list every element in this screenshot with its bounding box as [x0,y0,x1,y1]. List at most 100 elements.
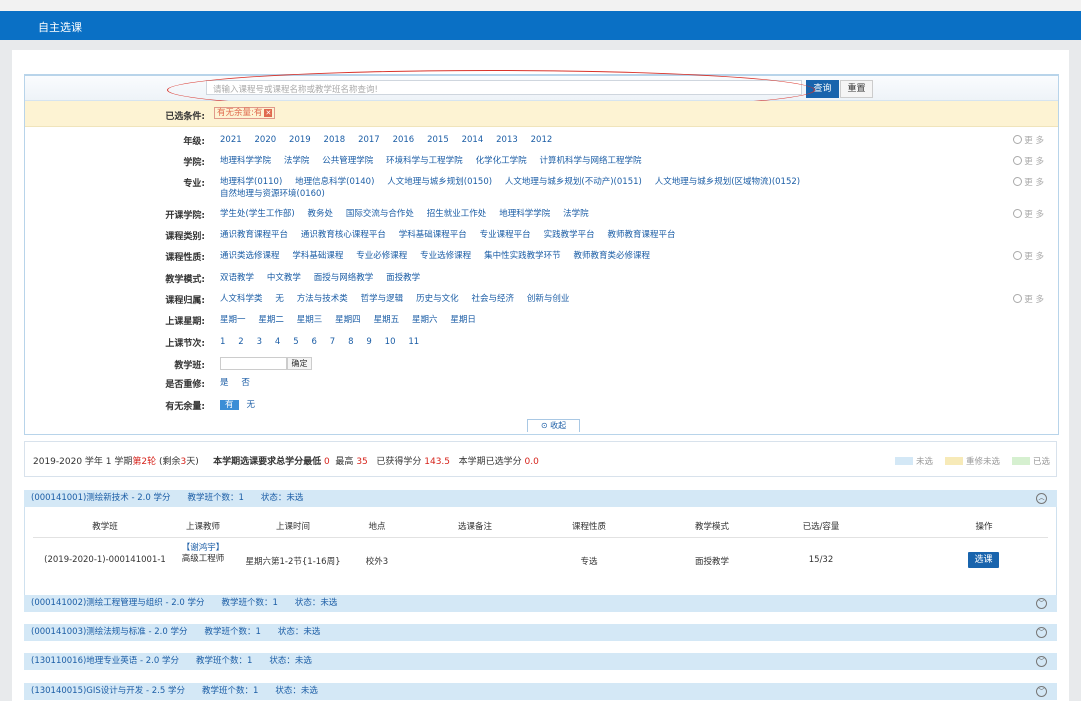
chevron-down-icon[interactable]: ﹀ [1036,598,1047,609]
filter-option[interactable]: 国际交流与合作处 [346,209,414,219]
course-header[interactable]: (000141002)测绘工程管理与组织 - 2.0 学分 教学班个数：1 状态… [24,595,1057,612]
filter-option[interactable]: 双语教学 [220,273,254,283]
filter-option[interactable]: 10 [385,337,396,347]
filter-option[interactable]: 地理科学(0110) [220,177,282,187]
filter-option[interactable]: 2018 [324,135,346,145]
filter-option[interactable]: 2013 [496,135,518,145]
filter-option[interactable]: 地理科学学院 [499,209,550,219]
chevron-up-icon[interactable]: ︿ [1036,493,1047,504]
filter-option[interactable]: 中文教学 [267,273,301,283]
condition-tag[interactable]: 有无余量:有 ✕ [214,107,276,119]
chevron-down-icon[interactable]: ﹀ [1036,656,1047,667]
filter-option[interactable]: 星期二 [258,315,284,325]
filter-option[interactable]: 11 [408,337,419,347]
more-link[interactable]: 更 多 [1013,250,1044,262]
filter-option[interactable]: 公共管理学院 [322,156,373,166]
filter-option[interactable]: 计算机科学与网络工程学院 [539,156,641,166]
reset-button[interactable]: 重置 [840,80,873,98]
course-header[interactable]: (130140015)GIS设计与开发 - 2.5 学分 教学班个数：1 状态：… [24,683,1057,700]
filter-option[interactable]: 4 [275,337,280,347]
filter-option[interactable]: 星期三 [297,315,323,325]
filter-option[interactable]: 3 [257,337,262,347]
filter-option[interactable]: 星期五 [374,315,400,325]
chevron-down-icon[interactable]: ﹀ [1036,686,1047,697]
filter-option[interactable]: 人文地理与城乡规划(0150) [387,177,492,187]
filter-option[interactable]: 2017 [358,135,380,145]
filter-option[interactable]: 9 [366,337,371,347]
course-header[interactable]: (000141001)测绘新技术 - 2.0 学分 教学班个数：1 状态：未选 ︿ [24,490,1057,507]
filter-options: 通识类选修课程 学科基础课程 专业必修课程 专业选修课程 集中性实践教学环节 教… [220,250,860,262]
filter-option[interactable]: 5 [293,337,298,347]
filter-option-selected[interactable]: 有 [220,400,239,410]
filter-option[interactable]: 学科基础课程平台 [399,230,467,240]
filter-option[interactable]: 星期四 [335,315,361,325]
filter-option[interactable]: 无 [275,294,284,304]
filter-option[interactable]: 2 [238,337,243,347]
filter-option[interactable]: 学科基础课程 [292,251,343,261]
filter-option[interactable]: 法学院 [563,209,589,219]
course-title: (000141003)测绘法规与标准 - 2.0 学分 教学班个数：1 状态：未… [31,627,321,637]
class-input[interactable] [220,357,287,370]
filter-option[interactable]: 2016 [393,135,415,145]
filter-option[interactable]: 专业课程平台 [480,230,531,240]
collapse-button[interactable]: ⊙ 收起 [527,419,580,432]
filter-option[interactable]: 地理信息科学(0140) [295,177,374,187]
course-header[interactable]: (000141003)测绘法规与标准 - 2.0 学分 教学班个数：1 状态：未… [24,624,1057,641]
confirm-button[interactable]: 确定 [287,357,312,370]
filter-option[interactable]: 面授教学 [386,273,420,283]
filter-option[interactable]: 环境科学与工程学院 [386,156,463,166]
filter-option[interactable]: 教务处 [308,209,334,219]
filter-option[interactable]: 自然地理与资源环境(0160) [220,189,325,199]
filter-option[interactable]: 教师教育类必修课程 [573,251,650,261]
filter-option[interactable]: 7 [330,337,335,347]
more-link[interactable]: 更 多 [1013,176,1044,188]
filter-option[interactable]: 1 [220,337,225,347]
filter-option[interactable]: 化学化工学院 [476,156,527,166]
close-icon[interactable]: ✕ [264,108,273,117]
filter-option[interactable]: 星期一 [220,315,246,325]
filter-option[interactable]: 2019 [289,135,311,145]
filter-option[interactable]: 哲学与逻辑 [361,294,404,304]
filter-option[interactable]: 通识教育课程平台 [220,230,288,240]
teacher-title: 高级工程师 [181,554,225,564]
filter-option[interactable]: 星期六 [412,315,438,325]
more-link[interactable]: 更 多 [1013,134,1044,146]
filter-option[interactable]: 2014 [462,135,484,145]
filter-option[interactable]: 社会与经济 [471,294,514,304]
filter-option[interactable]: 面授与网络教学 [314,273,374,283]
filter-option[interactable]: 集中性实践教学环节 [484,251,561,261]
filter-option[interactable]: 法学院 [284,156,310,166]
filter-option[interactable]: 实践教学平台 [544,230,595,240]
more-link[interactable]: 更 多 [1013,293,1044,305]
filter-option[interactable]: 2021 [220,135,242,145]
course-header[interactable]: (130110016)地理专业英语 - 2.0 学分 教学班个数：1 状态：未选… [24,653,1057,670]
select-course-button[interactable]: 选课 [968,552,999,568]
filter-option[interactable]: 学生处(学生工作部) [220,209,295,219]
filter-option[interactable]: 6 [311,337,316,347]
filter-option[interactable]: 创新与创业 [527,294,570,304]
filter-option[interactable]: 地理科学学院 [220,156,271,166]
filter-option[interactable]: 人文地理与城乡规划(区域物流)(0152) [655,177,800,187]
filter-option[interactable]: 教师教育课程平台 [607,230,675,240]
chevron-down-icon[interactable]: ﹀ [1036,627,1047,638]
filter-option[interactable]: 招生就业工作处 [427,209,487,219]
filter-option[interactable]: 否 [241,378,250,388]
filter-option[interactable]: 2012 [531,135,553,145]
filter-option[interactable]: 人文地理与城乡规划(不动产)(0151) [505,177,642,187]
filter-option[interactable]: 通识教育核心课程平台 [301,230,386,240]
filter-option[interactable]: 历史与文化 [416,294,459,304]
filter-option[interactable]: 8 [348,337,353,347]
filter-option[interactable]: 2020 [255,135,277,145]
filter-option[interactable]: 方法与技术类 [297,294,348,304]
filter-option[interactable]: 无 [247,400,256,410]
filter-option[interactable]: 专业必修课程 [356,251,407,261]
filter-option[interactable]: 通识类选修课程 [220,251,280,261]
filter-option[interactable]: 2015 [427,135,449,145]
more-link[interactable]: 更 多 [1013,155,1044,167]
more-link[interactable]: 更 多 [1013,208,1044,220]
teacher-name[interactable]: 【谢鸿宇】 [173,543,233,554]
filter-option[interactable]: 人文科学类 [220,294,263,304]
filter-option[interactable]: 是 [220,378,229,388]
filter-option[interactable]: 专业选修课程 [420,251,471,261]
filter-option[interactable]: 星期日 [450,315,476,325]
